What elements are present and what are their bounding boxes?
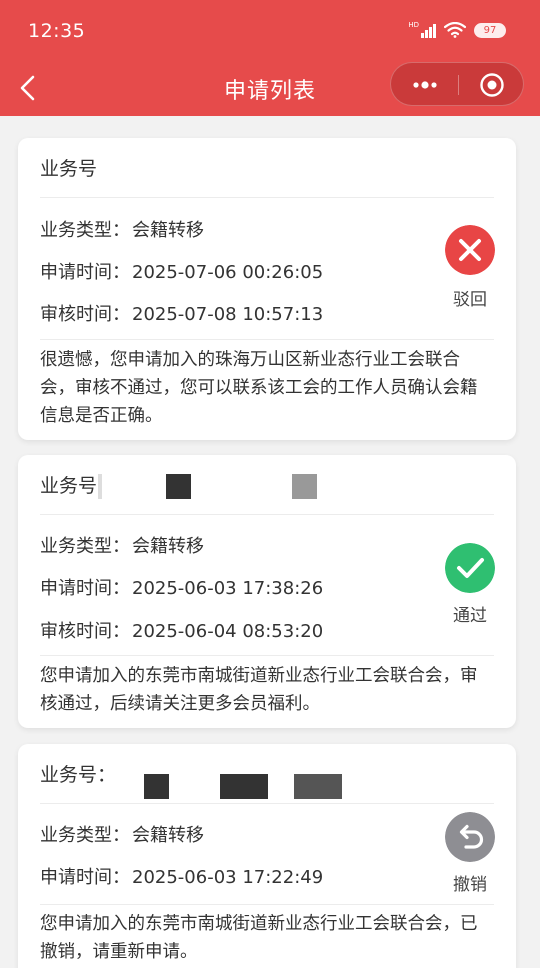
business-type-row: 业务类型： 会籍转移 [40,216,204,242]
review-time-row: 审核时间： 2025-06-04 08:53:20 [40,617,323,643]
battery-level: 97 [483,24,497,36]
redacted-number [292,474,317,499]
review-time-value: 2025-07-08 10:57:13 [132,304,324,325]
business-type-label: 业务类型： [40,825,130,846]
business-number-label: 业务号 [40,158,98,180]
business-type-value: 会籍转移 [132,220,204,241]
undo-icon [445,812,495,862]
status-approved-label: 通过 [453,606,487,626]
result-message: 很遗憾，您申请加入的珠海万山区新业态行业工会联合会，审核不通过，您可以联系该工会… [40,350,478,426]
application-card[interactable]: 业务号： 业务类型： 会籍转移 申请时间： 2025-06-03 17:22:49 … [18,744,516,968]
redacted-number [220,774,268,799]
business-number-label: 业务号 [40,475,98,497]
application-card[interactable]: 业务号 业务类型： 会籍转移 申请时间： 2025-07-06 00:26:05 审… [18,138,516,440]
battery-icon: 97 [474,22,506,38]
wifi-icon [444,22,466,38]
status-rejected-label: 驳回 [453,290,487,310]
apply-time-value: 2025-06-03 17:22:49 [132,867,324,888]
apply-time-value: 2025-06-03 17:38:26 [132,578,324,599]
review-time-value: 2025-06-04 08:53:20 [132,621,324,642]
apply-time-label: 申请时间： [40,578,130,599]
status-withdrawn-label: 撤销 [453,875,487,895]
review-time-row: 审核时间： 2025-07-08 10:57:13 [40,300,323,326]
business-type-value: 会籍转移 [132,536,204,557]
divider [40,904,494,905]
business-type-row: 业务类型： 会籍转移 [40,821,204,847]
business-number-row: 业务号 [40,138,494,198]
redacted-number [98,474,102,499]
mini-program-capsule [390,62,524,106]
redacted-number [166,474,191,499]
apply-time-row: 申请时间： 2025-06-03 17:38:26 [40,574,323,600]
redacted-number [294,774,342,799]
capsule-divider [458,75,459,95]
apply-time-label: 申请时间： [40,867,130,888]
apply-time-row: 申请时间： 2025-07-06 00:26:05 [40,258,323,284]
more-icon[interactable] [409,75,441,95]
divider [40,655,494,656]
review-time-label: 审核时间： [40,304,130,325]
business-type-value: 会籍转移 [132,825,204,846]
business-type-row: 业务类型： 会籍转移 [40,532,204,558]
close-icon [445,225,495,275]
apply-time-row: 申请时间： 2025-06-03 17:22:49 [40,863,323,889]
status-indicators: HD 97 [408,22,506,38]
business-type-label: 业务类型： [40,220,130,241]
result-message: 您申请加入的东莞市南城街道新业态行业工会联合会，已撤销，请重新申请。 [40,914,478,962]
application-card[interactable]: 业务号 业务类型： 会籍转移 申请时间： 2025-06-03 17:38:26 审… [18,455,516,728]
status-time: 12:35 [28,20,86,42]
business-number-row: 业务号： [40,744,494,804]
check-icon [445,543,495,593]
divider [40,339,494,340]
close-miniprogram-icon[interactable] [479,72,505,98]
network-type: HD [408,21,419,29]
apply-time-value: 2025-07-06 00:26:05 [132,262,324,283]
nav-bar: 申请列表 [0,60,540,116]
result-message: 您申请加入的东莞市南城街道新业态行业工会联合会，审核通过，后续请关注更多会员福利… [40,666,478,714]
status-bar: 12:35 HD 97 [0,0,540,60]
business-type-label: 业务类型： [40,536,130,557]
signal-icon: HD [408,22,436,38]
review-time-label: 审核时间： [40,621,130,642]
redacted-number [144,774,169,799]
business-number-row: 业务号 [40,455,494,515]
business-number-label: 业务号： [40,764,117,786]
apply-time-label: 申请时间： [40,262,130,283]
